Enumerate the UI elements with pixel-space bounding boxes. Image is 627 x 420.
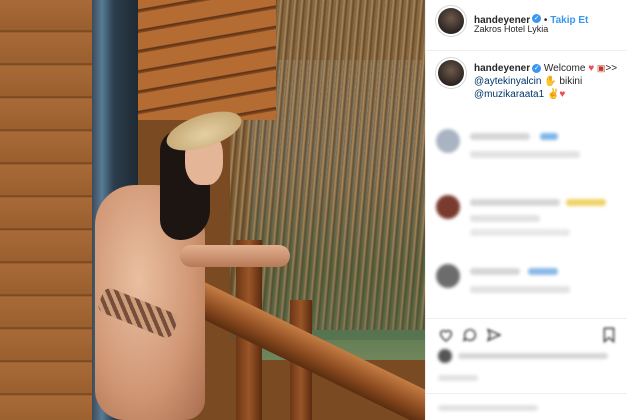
post-photo[interactable] [0, 0, 425, 420]
comment-meta-blurred [470, 151, 580, 158]
bookmark-icon[interactable] [602, 327, 616, 343]
verified-icon: ✓ [532, 14, 542, 24]
post-caption: handeyener ✓ Welcome ♥ ▣>> @aytekinyalcin… [474, 62, 624, 101]
comment-emoji-blurred [528, 268, 558, 275]
comment-item [436, 193, 621, 237]
liker-avatar [438, 349, 452, 363]
post-actions-bar [426, 318, 627, 419]
share-icon[interactable] [486, 327, 502, 343]
arrows-text: >> [605, 63, 618, 74]
comment-emoji-blurred [540, 133, 558, 140]
mention-link-1[interactable]: @aytekinyalcin [474, 76, 541, 87]
comment-emoji-blurred [566, 199, 606, 206]
caption-avatar[interactable] [438, 60, 464, 86]
likes-text-blurred [458, 353, 608, 359]
comment-avatar [436, 264, 460, 288]
user-avatar[interactable] [438, 8, 464, 34]
comment-avatar [436, 129, 460, 153]
post-header: handeyener ✓ • Takip Et Zakros Hotel Lyki… [426, 0, 627, 51]
red-heart-emoji-icon: ♥ [559, 89, 566, 100]
red-heart-emoji-icon: ♥ [588, 63, 595, 74]
comment-text-blurred [470, 199, 560, 206]
photo-person-arm [180, 245, 290, 267]
follow-button[interactable]: Takip Et [550, 15, 588, 26]
mention-link-2[interactable]: @muzikaraata1 [474, 89, 544, 100]
comment-text-blurred [470, 268, 520, 275]
location-link[interactable]: Zakros Hotel Lykia [474, 24, 548, 34]
caption-username-link[interactable]: handeyener [474, 63, 530, 74]
likes-row [438, 349, 618, 363]
comment-text-blurred [470, 133, 530, 140]
caption-welcome-text: Welcome [543, 63, 586, 74]
comment-avatar [436, 195, 460, 219]
heart-icon[interactable] [438, 327, 454, 343]
comment-meta-blurred [470, 215, 540, 222]
verified-icon: ✓ [532, 63, 542, 73]
comment-meta-blurred [470, 229, 570, 236]
comment-icon[interactable] [462, 327, 478, 343]
comment-item [436, 262, 621, 306]
hand-emoji-icon: ✋ [544, 76, 557, 87]
timestamp-blurred [438, 375, 478, 381]
caption-bikini-text: bikini [559, 76, 583, 87]
photo-wooden-wall [0, 0, 96, 420]
comment-item [436, 127, 621, 171]
post-side-panel: handeyener ✓ • Takip Et Zakros Hotel Lyki… [425, 0, 627, 420]
add-comment-divider [426, 393, 627, 394]
add-comment-input-blurred[interactable] [438, 405, 538, 411]
clap-emoji-icon: ✌ [546, 89, 560, 100]
comment-meta-blurred [470, 286, 570, 293]
